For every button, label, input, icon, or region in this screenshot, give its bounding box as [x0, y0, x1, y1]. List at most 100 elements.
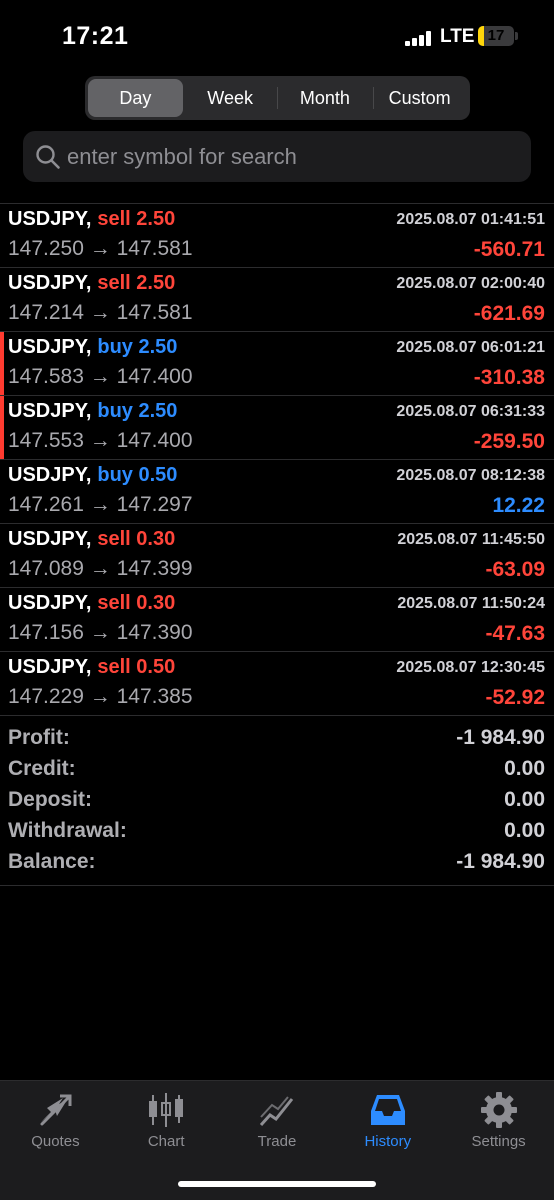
status-bar: 17:21 LTE 17 — [0, 0, 554, 72]
signal-strength-icon — [405, 31, 433, 46]
deal-row[interactable]: USDJPY, sell 2.50 147.214 → 147.581 2025.08… — [0, 268, 554, 332]
deal-side: sell 0.50 — [97, 656, 176, 678]
deal-prices: 147.553 → 147.400 — [8, 429, 193, 453]
tab-label: Settings — [471, 1133, 526, 1150]
deal-open-price: 147.089 — [8, 557, 84, 580]
summary-label: Deposit: — [8, 788, 92, 811]
deal-prices: 147.261 → 147.297 — [8, 493, 193, 517]
summary-value: 0.00 — [504, 819, 545, 842]
summary-value: -1 984.90 — [456, 726, 545, 749]
deal-open-price: 147.250 — [8, 237, 84, 260]
summary-value: 0.00 — [504, 788, 545, 811]
summary: Profit: -1 984.90 Credit: 0.00 Deposit: 0.00 W… — [0, 724, 554, 879]
gear-icon — [480, 1092, 517, 1128]
deal-row[interactable]: USDJPY, buy 2.50 147.583 → 147.400 2025.08.… — [0, 332, 554, 396]
home-indicator[interactable] — [178, 1181, 376, 1187]
deal-close-price: 147.297 — [116, 493, 193, 516]
segment-divider — [373, 87, 374, 109]
summary-row: Deposit: 0.00 — [0, 786, 554, 817]
arrow-right-icon: → — [89, 685, 111, 708]
period-selector: Day Week Month Custom — [85, 76, 470, 120]
deal-profit: -63.09 — [485, 558, 545, 581]
deal-header: USDJPY, sell 2.50 — [8, 208, 175, 231]
summary-value: 0.00 — [504, 757, 545, 780]
deal-symbol: USDJPY, — [8, 400, 92, 422]
search-bar — [23, 131, 531, 182]
deal-symbol: USDJPY, — [8, 592, 92, 614]
deal-close-price: 147.581 — [116, 301, 193, 324]
deal-row[interactable]: USDJPY, sell 0.30 147.089 → 147.399 2025.08… — [0, 524, 554, 588]
period-day-button[interactable]: Day — [88, 79, 183, 117]
deal-datetime: 2025.08.07 06:01:21 — [396, 339, 545, 356]
summary-label: Balance: — [8, 850, 96, 873]
deal-header: USDJPY, sell 0.50 — [8, 656, 175, 679]
deal-datetime: 2025.08.07 02:00:40 — [396, 275, 545, 292]
search-input[interactable] — [67, 131, 521, 182]
summary-label: Withdrawal: — [8, 819, 127, 842]
deal-header: USDJPY, sell 0.30 — [8, 528, 175, 551]
deal-profit: 12.22 — [492, 494, 545, 517]
trade-line-icon — [259, 1096, 294, 1127]
deal-symbol: USDJPY, — [8, 528, 92, 550]
arrow-right-icon: → — [89, 365, 111, 388]
deal-side: sell 2.50 — [97, 208, 176, 230]
candlestick-chart-icon — [149, 1093, 184, 1127]
deal-close-price: 147.399 — [116, 557, 193, 580]
deal-prices: 147.229 → 147.385 — [8, 685, 193, 709]
deal-close-price: 147.390 — [116, 621, 193, 644]
deals-list: USDJPY, sell 2.50 147.250 → 147.581 2025.08… — [0, 204, 554, 716]
deal-profit: -259.50 — [473, 430, 545, 453]
deal-row[interactable]: USDJPY, buy 0.50 147.261 → 147.297 2025.08.… — [0, 460, 554, 524]
tab-settings[interactable]: Settings — [443, 1081, 554, 1200]
period-week-button[interactable]: Week — [183, 79, 278, 117]
deal-row[interactable]: USDJPY, sell 0.30 147.156 → 147.390 2025.08… — [0, 588, 554, 652]
summary-row: Balance: -1 984.90 — [0, 848, 554, 879]
summary-row: Profit: -1 984.90 — [0, 724, 554, 755]
summary-label: Profit: — [8, 726, 70, 749]
history-inbox-icon — [370, 1095, 405, 1125]
deal-symbol: USDJPY, — [8, 464, 92, 486]
deal-profit: -560.71 — [473, 238, 545, 261]
divider — [0, 885, 554, 886]
tab-label: Trade — [257, 1133, 297, 1150]
deal-datetime: 2025.08.07 11:45:50 — [397, 531, 545, 548]
deal-row[interactable]: USDJPY, buy 2.50 147.553 → 147.400 2025.08.… — [0, 396, 554, 460]
deal-row[interactable]: USDJPY, sell 0.50 147.229 → 147.385 2025.08… — [0, 652, 554, 716]
deal-profit: -52.92 — [485, 686, 545, 709]
deal-prices: 147.156 → 147.390 — [8, 621, 193, 645]
tab-label: Quotes — [31, 1133, 80, 1150]
period-custom-button[interactable]: Custom — [372, 79, 467, 117]
deal-side: sell 2.50 — [97, 272, 176, 294]
tab-quotes[interactable]: Quotes — [0, 1081, 111, 1200]
deal-symbol: USDJPY, — [8, 272, 92, 294]
arrow-right-icon: → — [89, 493, 111, 516]
clock: 17:21 — [62, 22, 129, 50]
arrow-right-icon: → — [89, 301, 111, 324]
deal-row[interactable]: USDJPY, sell 2.50 147.250 → 147.581 2025.08… — [0, 204, 554, 268]
deal-close-price: 147.385 — [116, 685, 193, 708]
arrow-right-icon: → — [89, 621, 111, 644]
segment-divider — [277, 87, 278, 109]
period-month-button[interactable]: Month — [278, 79, 373, 117]
deal-datetime: 2025.08.07 01:41:51 — [396, 211, 545, 228]
summary-row: Credit: 0.00 — [0, 755, 554, 786]
summary-label: Credit: — [8, 757, 76, 780]
deal-profit: -621.69 — [473, 302, 545, 325]
deal-header: USDJPY, buy 2.50 — [8, 400, 177, 423]
deal-side: sell 0.30 — [97, 592, 176, 614]
arrow-right-icon: → — [89, 237, 111, 260]
battery-tip — [515, 32, 518, 40]
deal-side: sell 0.30 — [97, 528, 176, 550]
search-icon — [36, 145, 60, 169]
tab-label: Chart — [147, 1133, 185, 1150]
battery-percent: 17 — [487, 27, 505, 44]
deal-datetime: 2025.08.07 06:31:33 — [396, 403, 545, 420]
arrow-right-icon: → — [89, 557, 111, 580]
battery-icon: 17 — [478, 26, 514, 46]
deal-side: buy 0.50 — [97, 464, 178, 486]
deal-datetime: 2025.08.07 08:12:38 — [396, 467, 545, 484]
tab-label: History — [364, 1133, 412, 1150]
deal-datetime: 2025.08.07 12:30:45 — [396, 659, 545, 676]
deal-open-price: 147.156 — [8, 621, 84, 644]
deal-header: USDJPY, sell 0.30 — [8, 592, 175, 615]
